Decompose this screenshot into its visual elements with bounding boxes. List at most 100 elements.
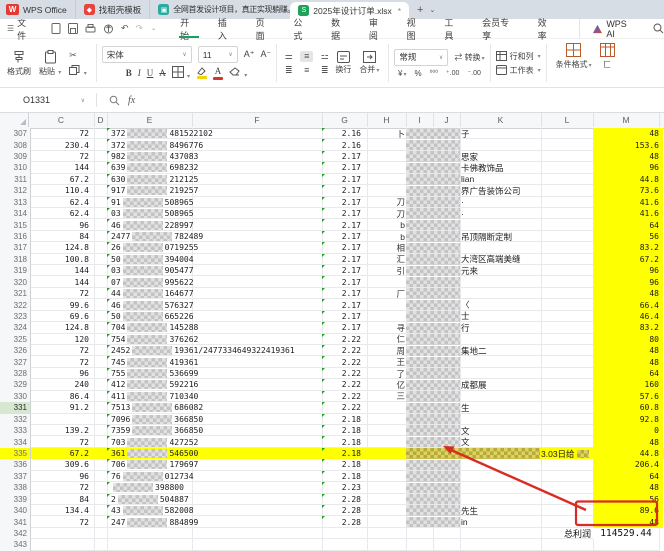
copy-button[interactable]: ▾ xyxy=(69,65,87,77)
name-fragment-left[interactable]: 亿 xyxy=(367,379,405,390)
cell-C316[interactable]: 84 xyxy=(28,231,89,242)
cell-C338[interactable]: 72 xyxy=(28,482,89,493)
name-fragment-right[interactable]: 〈 xyxy=(461,299,581,310)
cell-M341[interactable]: 48 xyxy=(593,516,663,527)
decrease-decimal-button[interactable]: ⁻.00 xyxy=(467,69,480,77)
cell-G331[interactable]: 2.22 xyxy=(322,402,361,413)
name-fragment-left[interactable]: 周 xyxy=(367,345,405,356)
cell-C311[interactable]: 67.2 xyxy=(28,174,89,185)
align-left-icon[interactable]: ≣ xyxy=(282,65,295,76)
worksheet-button[interactable]: 工作表▾ xyxy=(496,65,541,76)
cell-M308[interactable]: 153.6 xyxy=(593,139,663,150)
redo-icon[interactable]: ↷ xyxy=(136,23,144,34)
row-header-312[interactable]: 312 xyxy=(0,185,31,196)
cell-M313[interactable]: 41.6 xyxy=(593,197,663,208)
cell-E326[interactable]: 245219361/2477334649322419361 xyxy=(107,345,322,356)
cell-G312[interactable]: 2.17 xyxy=(322,185,361,196)
row-header-320[interactable]: 320 xyxy=(0,276,31,287)
cell-name-317[interactable] xyxy=(406,242,460,253)
strikethrough-button[interactable]: A xyxy=(159,68,166,78)
cell-name-337[interactable] xyxy=(406,471,460,482)
row-header-332[interactable]: 332 xyxy=(0,414,31,425)
column-header-H[interactable]: H xyxy=(367,113,407,127)
total-profit-value[interactable]: 114529.44 xyxy=(593,528,659,539)
cell-E310[interactable]: 639698232 xyxy=(107,162,322,173)
row-header-336[interactable]: 336 xyxy=(0,459,31,470)
cell-M321[interactable]: 48 xyxy=(593,288,663,299)
cell-G328[interactable]: 2.22 xyxy=(322,368,361,379)
row-header-319[interactable]: 319 xyxy=(0,265,31,276)
cell-G327[interactable]: 2.22 xyxy=(322,356,361,367)
fx-icon[interactable]: fx xyxy=(128,95,135,106)
name-fragment-right[interactable]: 成都展 xyxy=(461,379,581,390)
cell-G330[interactable]: 2.22 xyxy=(322,391,361,402)
cell-G322[interactable]: 2.17 xyxy=(322,299,361,310)
cell-M317[interactable]: 83.2 xyxy=(593,242,663,253)
cell-name-334[interactable] xyxy=(406,436,460,447)
cell-M337[interactable]: 64 xyxy=(593,471,663,482)
name-fragment-left[interactable]: 王 xyxy=(367,356,405,367)
percent-button[interactable]: % xyxy=(414,69,421,78)
cell-M315[interactable]: 64 xyxy=(593,219,663,230)
cell-G325[interactable]: 2.22 xyxy=(322,334,361,345)
cell-M335[interactable]: 44.8 xyxy=(593,448,663,459)
column-header-D[interactable]: D xyxy=(94,113,108,127)
cell-E340[interactable]: 43582008 xyxy=(107,505,322,516)
menu-会员专享[interactable]: 会员专享 xyxy=(472,19,528,38)
cell-C339[interactable]: 84 xyxy=(28,494,89,505)
align-center-icon[interactable]: ≡ xyxy=(300,65,313,76)
wrap-text-button[interactable]: 换行 xyxy=(331,51,355,75)
row-header-314[interactable]: 314 xyxy=(0,208,31,219)
cell-name-330[interactable] xyxy=(406,391,460,402)
cell-E335[interactable]: 361546500 xyxy=(107,448,322,459)
cell-C309[interactable]: 72 xyxy=(28,151,89,162)
cell-name-308[interactable] xyxy=(406,139,460,150)
cell-E327[interactable]: 745419361 xyxy=(107,356,322,367)
column-header-G[interactable]: G xyxy=(322,113,368,127)
cell-E313[interactable]: 91508965 xyxy=(107,197,322,208)
column-header-E[interactable]: E xyxy=(107,113,193,127)
cell-C337[interactable]: 96 xyxy=(28,471,89,482)
merge-cells-button[interactable]: 合并▾ xyxy=(355,51,383,75)
select-all-corner[interactable] xyxy=(0,113,29,127)
convert-button[interactable]: ⇄ 转换▾ xyxy=(454,52,484,63)
name-fragment-left[interactable]: 卜 xyxy=(367,128,405,139)
cell-G323[interactable]: 2.17 xyxy=(322,311,361,322)
cell-name-319[interactable] xyxy=(406,265,460,276)
cell-M312[interactable]: 73.6 xyxy=(593,185,663,196)
cell-E331[interactable]: 7513686082 xyxy=(107,402,322,413)
column-header-L[interactable]: L xyxy=(541,113,594,127)
cell-C335[interactable]: 67.2 xyxy=(28,448,89,459)
cell-name-318[interactable] xyxy=(406,254,460,265)
name-box[interactable]: O1331 ∨ xyxy=(18,91,90,109)
cell-L342[interactable]: 总利润 xyxy=(541,528,593,539)
cell-M339[interactable]: 56 xyxy=(593,494,663,505)
conditional-format-button[interactable]: 条件格式▾ xyxy=(552,43,596,70)
name-fragment-right[interactable]: 元来 xyxy=(461,265,581,276)
name-fragment-right[interactable]: 卡佛教饰品 xyxy=(461,162,581,173)
name-fragment-right[interactable]: 生 xyxy=(461,402,581,413)
cell-M311[interactable]: 44.8 xyxy=(593,174,663,185)
row-header-330[interactable]: 330 xyxy=(0,391,31,402)
align-bottom-icon[interactable]: ⚍ xyxy=(318,51,331,62)
name-fragment-right[interactable]: 界广告装饰公司 xyxy=(461,185,581,196)
row-header-315[interactable]: 315 xyxy=(0,219,31,230)
cell-E316[interactable]: 2477782489 xyxy=(107,231,322,242)
name-fragment-left[interactable]: b xyxy=(367,231,405,242)
cell-name-340[interactable] xyxy=(406,505,460,516)
cell-M336[interactable]: 206.4 xyxy=(593,459,663,470)
cell-M340[interactable]: 89.6 xyxy=(593,505,663,516)
row-header-340[interactable]: 340 xyxy=(0,505,31,516)
cell-C326[interactable]: 72 xyxy=(28,345,89,356)
menu-审阅[interactable]: 审阅 xyxy=(359,19,397,38)
cell-M322[interactable]: 66.4 xyxy=(593,299,663,310)
column-header-I[interactable]: I xyxy=(406,113,434,127)
cell-E332[interactable]: 7096366850 xyxy=(107,414,322,425)
cell-name-341[interactable] xyxy=(406,516,460,527)
fill-color-button[interactable] xyxy=(196,67,207,79)
name-fragment-right[interactable]: 文 xyxy=(461,425,581,436)
wps-ai-button[interactable]: WPS AI xyxy=(579,19,637,39)
row-header-308[interactable]: 308 xyxy=(0,139,31,150)
cell-name-321[interactable] xyxy=(406,288,460,299)
cell-E317[interactable]: 260719255 xyxy=(107,242,322,253)
